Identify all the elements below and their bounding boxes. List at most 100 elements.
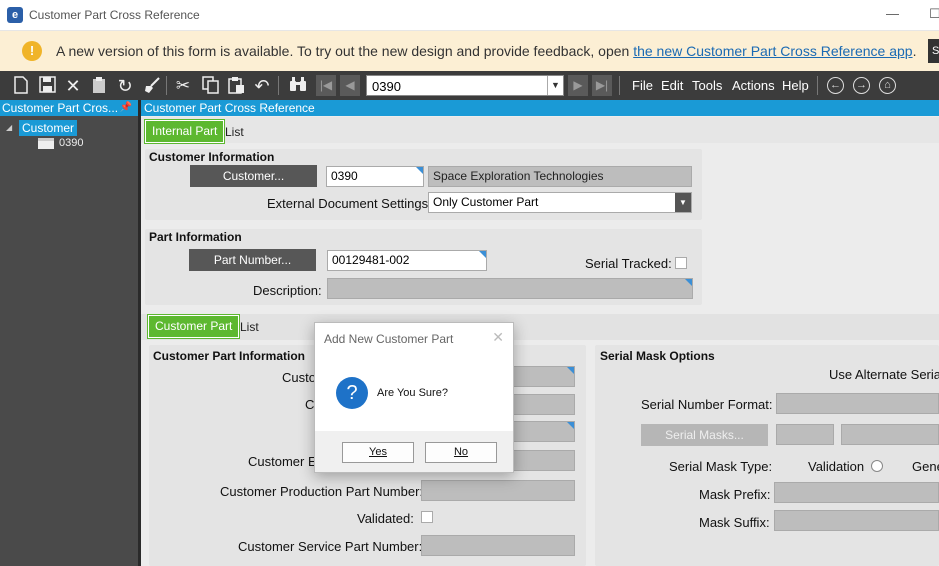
refresh-icon[interactable]: ↻ <box>115 76 135 96</box>
mask-prefix-label: Mask Prefix: <box>699 487 771 502</box>
folder-icon <box>38 138 54 149</box>
tree-expand-icon[interactable]: ◢ <box>6 123 12 132</box>
toolbar-separator <box>166 76 167 95</box>
menu-file[interactable]: File <box>632 78 653 93</box>
back-circle-icon[interactable]: ← <box>827 77 844 94</box>
tree-panel-header: Customer Part Cros... 📌 <box>0 100 138 116</box>
yes-button[interactable]: Yes <box>342 442 414 463</box>
mask-prefix-field[interactable] <box>774 482 939 503</box>
part-number-button[interactable]: Part Number... <box>189 249 316 271</box>
customer-button[interactable]: Customer... <box>190 165 317 187</box>
record-combo[interactable]: 0390 ▼ <box>366 75 564 96</box>
validated-label: Validated: <box>357 511 414 526</box>
toolbar-separator <box>817 76 818 95</box>
clear-icon[interactable] <box>142 76 162 96</box>
new-icon[interactable] <box>11 76 31 96</box>
previous-record-icon[interactable]: ◀ <box>340 75 360 96</box>
home-circle-icon[interactable]: ⌂ <box>879 77 896 94</box>
ext-doc-settings-value: Only Customer Part <box>433 195 539 209</box>
delete-icon[interactable]: ✕ <box>63 76 83 96</box>
customer-e-label: Customer E <box>248 454 317 469</box>
part-information-group: Part Information Part Number... 00129481… <box>145 229 702 305</box>
serial-tracked-checkbox[interactable] <box>675 257 687 269</box>
record-combo-value: 0390 <box>372 79 401 94</box>
e-logo-icon: e <box>7 7 23 23</box>
banner-message: A new version of this form is available.… <box>56 43 634 59</box>
tree-node-0390[interactable]: 0390 <box>59 137 83 149</box>
search-binoculars-icon[interactable] <box>288 76 308 96</box>
add-new-customer-part-dialog: Add New Customer Part ✕ ? Are You Sure? … <box>314 322 514 473</box>
menu-help[interactable]: Help <box>782 78 809 93</box>
banner-action-button[interactable]: S <box>928 39 939 63</box>
tree-node-customer[interactable]: Customer <box>19 120 78 136</box>
new-app-link[interactable]: the new Customer Part Cross Reference ap… <box>633 43 912 59</box>
dialog-title: Add New Customer Part <box>324 332 454 346</box>
main-panel-header: Customer Part Cross Reference <box>141 100 939 116</box>
toolbar-separator <box>619 76 620 95</box>
save-icon[interactable] <box>37 76 57 96</box>
menu-actions[interactable]: Actions <box>732 78 775 93</box>
tree-panel-title: Customer Part Cros... <box>2 101 119 115</box>
maximize-icon[interactable]: ☐ <box>929 6 939 22</box>
customer-production-part-number-label: Customer Production Part Number: <box>220 484 424 499</box>
tab-customer-part[interactable]: Customer Part <box>146 314 241 339</box>
generate-radio-label: Gene <box>912 459 939 474</box>
customer-name-field: Space Exploration Technologies <box>428 166 692 187</box>
serial-tracked-label: Serial Tracked: <box>585 256 672 271</box>
window-titlebar: e Customer Part Cross Reference — ☐ <box>0 0 939 31</box>
chevron-down-icon[interactable]: ▼ <box>547 76 563 95</box>
customer-service-part-number-field[interactable] <box>421 535 575 556</box>
last-record-icon[interactable]: ▶| <box>592 75 612 96</box>
serial-number-format-field[interactable] <box>776 393 939 414</box>
undo-icon[interactable]: ↶ <box>252 76 272 96</box>
customer-id-value: 0390 <box>331 169 358 183</box>
customer-information-group: Customer Information Customer... 0390 Sp… <box>145 149 702 220</box>
chevron-down-icon[interactable]: ▼ <box>675 193 691 212</box>
pin-icon[interactable]: 📌 <box>120 100 132 116</box>
menu-tools[interactable]: Tools <box>692 78 722 93</box>
paste-icon[interactable] <box>226 76 246 96</box>
ext-doc-settings-label: External Document Settings: <box>267 196 432 211</box>
menu-edit[interactable]: Edit <box>661 78 683 93</box>
question-icon: ? <box>336 377 368 409</box>
customer-id-field[interactable]: 0390 <box>326 166 424 187</box>
no-button[interactable]: No <box>425 442 497 463</box>
part-number-value: 00129481-002 <box>332 253 410 267</box>
banner-trailing: . <box>912 43 917 59</box>
top-tab-strip <box>141 117 939 143</box>
clipboard-icon[interactable] <box>89 76 109 96</box>
tab-internal-part[interactable]: Internal Part <box>143 119 226 144</box>
serial-masks-button[interactable]: Serial Masks... <box>641 424 768 446</box>
serial-mask-type-label: Serial Mask Type: <box>669 459 773 474</box>
use-alternate-serial-label: Use Alternate Serial <box>829 367 939 382</box>
serial-mask-id-field[interactable] <box>776 424 834 445</box>
ext-doc-settings-select[interactable]: Only Customer Part ▼ <box>428 192 692 213</box>
customer-production-part-number-field[interactable] <box>421 480 575 501</box>
window-title: Customer Part Cross Reference <box>29 8 200 22</box>
validated-checkbox[interactable] <box>421 511 433 523</box>
description-field <box>327 278 693 299</box>
tab-list[interactable]: List <box>219 122 250 145</box>
tab-list-bottom[interactable]: List <box>234 317 265 340</box>
forward-circle-icon[interactable]: → <box>853 77 870 94</box>
next-record-icon[interactable]: ▶ <box>568 75 588 96</box>
warning-icon: ! <box>22 41 42 61</box>
serial-mask-options-group: Serial Mask Options Use Alternate Serial… <box>595 345 939 566</box>
copy-icon[interactable] <box>200 76 220 96</box>
serial-mask-desc-field[interactable] <box>841 424 939 445</box>
customer-part-rev-label: C <box>305 397 315 412</box>
mask-suffix-field[interactable] <box>774 510 939 531</box>
part-number-field[interactable]: 00129481-002 <box>327 250 487 271</box>
minimize-icon[interactable]: — <box>886 6 899 21</box>
tree-panel: Customer Part Cros... 📌 ◢ Customer 0390 <box>0 100 138 566</box>
serial-number-format-label: Serial Number Format: <box>641 397 773 412</box>
serial-mask-options-title: Serial Mask Options <box>600 349 715 363</box>
main-toolbar: ✕ ↻ ✂ ↶ |◀ ◀ 0390 ▼ ▶ ▶| File Edit Tools… <box>0 71 939 100</box>
close-icon[interactable]: ✕ <box>492 329 504 346</box>
mask-suffix-label: Mask Suffix: <box>699 515 770 530</box>
dialog-footer: Yes No <box>315 431 513 472</box>
first-record-icon[interactable]: |◀ <box>316 75 336 96</box>
validation-radio[interactable] <box>871 460 883 472</box>
cut-icon[interactable]: ✂ <box>173 76 193 96</box>
validation-radio-label: Validation <box>808 459 865 474</box>
